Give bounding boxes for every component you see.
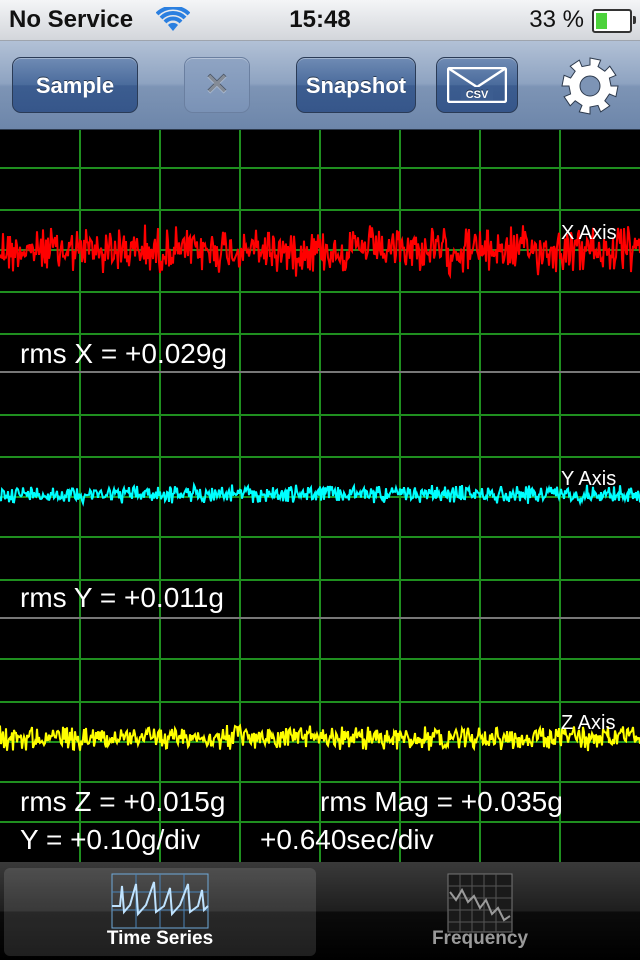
envelope-icon: CSV xyxy=(447,67,507,103)
battery-icon xyxy=(592,9,636,33)
tab-frequency-label: Frequency xyxy=(431,928,529,949)
frequency-icon xyxy=(447,873,513,933)
rms-z-readout: rms Z = +0.015g xyxy=(20,786,226,817)
rms-mag-readout: rms Mag = +0.035g xyxy=(320,786,563,817)
y-scale-readout: Y = +0.10g/div xyxy=(20,824,201,855)
tab-bar: Time Series Frequency xyxy=(0,862,640,960)
series-label-y: Y Axis xyxy=(561,468,617,490)
csv-label: CSV xyxy=(466,89,489,101)
tab-time-series[interactable]: Time Series xyxy=(4,868,316,956)
tab-time-series-label: Time Series xyxy=(106,928,214,949)
rms-x-readout: rms X = +0.029g xyxy=(20,338,228,369)
series-label-z: Z Axis xyxy=(561,712,616,734)
battery-fill xyxy=(596,13,607,29)
series-label-x: X Axis xyxy=(561,222,617,244)
tab-frequency[interactable]: Frequency xyxy=(324,868,636,956)
email-csv-button[interactable]: CSV xyxy=(436,57,518,113)
time-series-plot: X Axis Y Axis Z Axis rms X = +0.029g rms… xyxy=(0,130,640,862)
x-scale-readout: +0.640sec/div xyxy=(260,824,434,855)
plot-canvas xyxy=(0,130,640,862)
battery-percent: 33 % xyxy=(529,6,584,33)
sample-button[interactable]: Sample xyxy=(12,57,138,113)
time-series-icon xyxy=(111,873,209,929)
clear-button[interactable]: ✕ xyxy=(184,57,250,113)
rms-y-readout: rms Y = +0.011g xyxy=(20,582,224,613)
gear-icon[interactable] xyxy=(560,56,620,116)
toolbar: Sample ✕ Snapshot CSV xyxy=(0,41,640,130)
snapshot-button[interactable]: Snapshot xyxy=(296,57,416,113)
status-bar: No Service 15:48 33 % xyxy=(0,0,640,41)
